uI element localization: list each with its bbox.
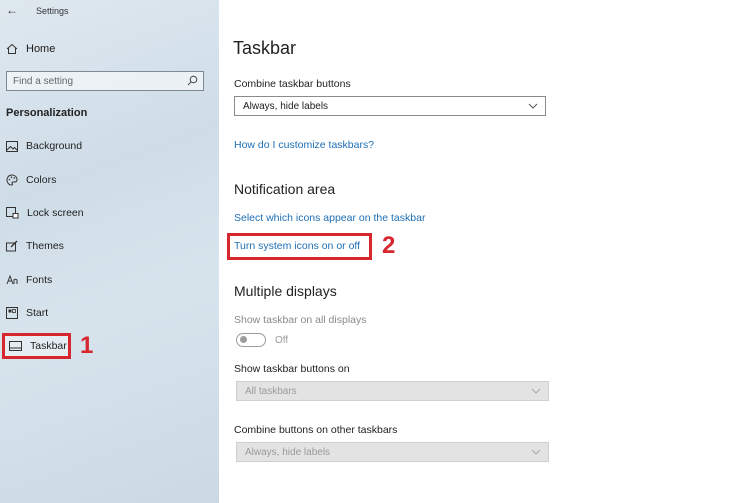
sidebar-item-fonts[interactable]: Fonts bbox=[6, 271, 52, 289]
search-box[interactable] bbox=[6, 71, 204, 91]
font-icon bbox=[6, 274, 18, 285]
customize-taskbars-link[interactable]: How do I customize taskbars? bbox=[234, 139, 374, 151]
taskbar-icon bbox=[9, 341, 22, 351]
sidebar-item-label: Themes bbox=[26, 240, 64, 252]
show-all-displays-toggle[interactable] bbox=[236, 333, 266, 347]
chevron-down-icon bbox=[531, 449, 541, 455]
combine-taskbar-buttons-label: Combine taskbar buttons bbox=[234, 78, 351, 90]
sidebar-item-label: Background bbox=[26, 140, 83, 152]
sidebar-item-colors[interactable]: Colors bbox=[6, 171, 56, 189]
combine-other-taskbars-label: Combine buttons on other taskbars bbox=[234, 424, 398, 436]
home-label: Home bbox=[26, 43, 56, 55]
multiple-displays-heading: Multiple displays bbox=[234, 283, 337, 299]
search-input[interactable] bbox=[7, 72, 188, 90]
picture-icon bbox=[6, 140, 18, 152]
show-taskbar-buttons-dropdown[interactable]: All taskbars bbox=[236, 381, 549, 401]
sidebar: ← Settings Home Personalization Backgrou… bbox=[0, 0, 219, 503]
brush-icon bbox=[6, 240, 18, 252]
home-icon bbox=[6, 43, 18, 54]
search-icon[interactable] bbox=[187, 75, 198, 86]
section-heading: Personalization bbox=[6, 107, 88, 119]
step-callout-1: 1 bbox=[80, 332, 94, 359]
show-taskbar-buttons-label: Show taskbar buttons on bbox=[234, 363, 350, 375]
start-icon bbox=[6, 307, 18, 319]
main-content: Taskbar Combine taskbar buttons Always, … bbox=[219, 0, 731, 503]
title-bar: ← Settings bbox=[0, 0, 219, 22]
combine-other-taskbars-dropdown[interactable]: Always, hide labels bbox=[236, 442, 549, 462]
back-arrow-icon[interactable]: ← bbox=[6, 3, 18, 17]
dropdown-value: Always, hide labels bbox=[245, 446, 331, 458]
sidebar-item-start[interactable]: Start bbox=[6, 304, 48, 322]
sidebar-item-taskbar[interactable]: Taskbar bbox=[2, 333, 71, 359]
sidebar-item-label: Fonts bbox=[26, 274, 53, 286]
toggle-knob bbox=[240, 336, 247, 343]
sidebar-item-background[interactable]: Background bbox=[6, 137, 82, 155]
lock-screen-icon bbox=[6, 207, 19, 219]
notification-area-heading: Notification area bbox=[234, 181, 336, 197]
sidebar-item-label: Start bbox=[26, 307, 49, 319]
home-nav-item[interactable]: Home bbox=[6, 40, 55, 58]
window-title: Settings bbox=[36, 6, 69, 16]
system-icons-link[interactable]: Turn system icons on or off bbox=[234, 240, 360, 252]
dropdown-value: All taskbars bbox=[245, 385, 297, 397]
select-icons-link[interactable]: Select which icons appear on the taskbar bbox=[234, 212, 425, 224]
sidebar-item-themes[interactable]: Themes bbox=[6, 237, 64, 255]
step-callout-2: 2 bbox=[382, 232, 396, 259]
chevron-down-icon bbox=[531, 388, 541, 394]
sidebar-item-label: Taskbar bbox=[30, 340, 67, 352]
combine-taskbar-buttons-dropdown[interactable]: Always, hide labels bbox=[234, 96, 546, 116]
chevron-down-icon bbox=[528, 103, 538, 109]
sidebar-item-label: Lock screen bbox=[27, 207, 84, 219]
sidebar-item-label: Colors bbox=[26, 174, 57, 186]
dropdown-value: Always, hide labels bbox=[243, 100, 329, 112]
palette-icon bbox=[6, 174, 18, 186]
sidebar-item-lock-screen[interactable]: Lock screen bbox=[6, 204, 84, 222]
toggle-state-label: Off bbox=[275, 335, 289, 346]
page-title: Taskbar bbox=[233, 38, 297, 58]
show-all-displays-label: Show taskbar on all displays bbox=[234, 314, 367, 326]
